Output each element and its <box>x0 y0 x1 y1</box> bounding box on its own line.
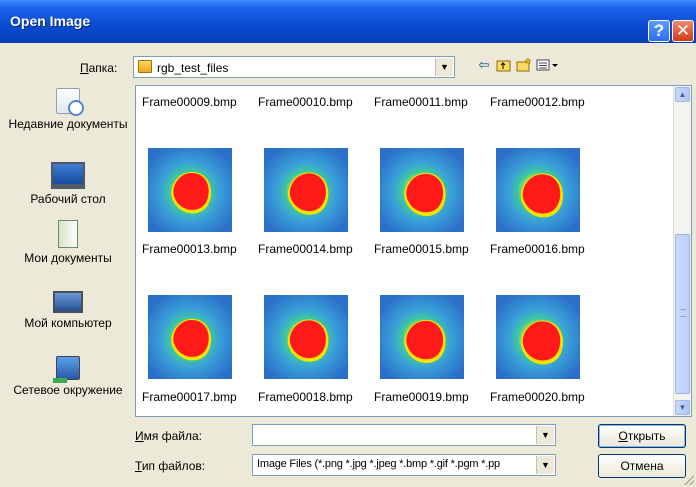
filetype-dropdown[interactable]: Image Files (*.png *.jpg *.jpeg *.bmp *.… <box>252 454 556 476</box>
vertical-scrollbar[interactable]: ▲ ▼ <box>673 86 691 416</box>
my-computer-icon <box>53 291 83 313</box>
file-name[interactable]: Frame00014.bmp <box>258 242 353 256</box>
file-list[interactable]: Frame00009.bmp Frame00010.bmp Frame00011… <box>135 85 692 417</box>
file-thumbnail[interactable] <box>380 295 464 379</box>
desktop-icon <box>51 162 85 189</box>
file-thumbnail[interactable] <box>380 148 464 232</box>
place-label: Мой компьютер <box>24 316 112 330</box>
file-thumbnail[interactable] <box>496 148 580 232</box>
places-bar: Недавние документы Рабочий стол Мои доку… <box>8 88 128 424</box>
back-icon[interactable]: ⇦ <box>476 57 492 73</box>
filetype-label: Тип файлов: <box>135 459 206 473</box>
place-recent[interactable]: Недавние документы <box>8 88 128 131</box>
file-name[interactable]: Frame00016.bmp <box>490 242 585 256</box>
lookin-value: rgb_test_files <box>157 61 229 75</box>
network-icon <box>53 356 80 383</box>
filetype-value: Image Files (*.png *.jpg *.jpeg *.bmp *.… <box>257 458 500 470</box>
place-label: Сетевое окружение <box>13 383 123 397</box>
help-button[interactable]: ? <box>648 20 670 42</box>
file-name[interactable]: Frame00011.bmp <box>374 95 468 109</box>
file-name[interactable]: Frame00012.bmp <box>490 95 585 109</box>
place-mycomputer[interactable]: Мой компьютер <box>8 291 128 330</box>
place-mydocs[interactable]: Мои документы <box>8 220 128 265</box>
place-desktop[interactable]: Рабочий стол <box>8 162 128 206</box>
scroll-down-icon[interactable]: ▼ <box>675 400 690 415</box>
file-thumbnail[interactable] <box>148 295 232 379</box>
chevron-down-icon[interactable]: ▼ <box>435 58 453 76</box>
place-label: Недавние документы <box>8 117 128 131</box>
file-name[interactable]: Frame00018.bmp <box>258 390 353 404</box>
chevron-down-icon[interactable]: ▼ <box>536 456 554 474</box>
chevron-down-icon[interactable]: ▼ <box>536 426 554 444</box>
file-name[interactable]: Frame00017.bmp <box>142 390 237 404</box>
file-name[interactable]: Frame00013.bmp <box>142 242 237 256</box>
window-title: Open Image <box>10 13 91 29</box>
title-bar[interactable]: Open Image ? ✕ <box>0 0 696 43</box>
up-folder-icon[interactable] <box>496 57 512 73</box>
file-thumbnail[interactable] <box>264 148 348 232</box>
file-name[interactable]: Frame00009.bmp <box>142 95 237 109</box>
file-thumbnail[interactable] <box>148 148 232 232</box>
file-name[interactable]: Frame00010.bmp <box>258 95 353 109</box>
my-documents-icon <box>58 220 78 248</box>
recent-documents-icon <box>56 88 84 116</box>
view-menu-icon[interactable] <box>536 57 562 73</box>
folder-icon <box>138 60 152 73</box>
file-thumbnail[interactable] <box>264 295 348 379</box>
lookin-dropdown[interactable]: rgb_test_files ▼ <box>133 56 455 78</box>
file-name[interactable]: Frame00020.bmp <box>490 390 585 404</box>
resize-grip[interactable] <box>684 475 694 485</box>
file-name[interactable]: Frame00019.bmp <box>374 390 469 404</box>
lookin-label: Папка: <box>80 61 118 75</box>
open-image-dialog: Open Image ? ✕ Папка: rgb_test_files ▼ ⇦… <box>0 0 696 487</box>
place-label: Рабочий стол <box>30 192 106 206</box>
close-button[interactable]: ✕ <box>672 20 694 42</box>
filename-input[interactable]: ▼ <box>252 424 556 446</box>
scroll-up-icon[interactable]: ▲ <box>675 87 690 102</box>
new-folder-icon[interactable] <box>516 57 532 73</box>
filename-label: Имя файла: <box>135 429 202 443</box>
open-button[interactable]: Открыть <box>598 424 686 448</box>
file-name[interactable]: Frame00015.bmp <box>374 242 469 256</box>
scroll-thumb[interactable] <box>675 234 690 394</box>
file-thumbnail[interactable] <box>496 295 580 379</box>
place-label: Мои документы <box>24 251 112 265</box>
place-network[interactable]: Сетевое окружение <box>8 356 128 397</box>
cancel-button[interactable]: Отмена <box>598 454 686 478</box>
